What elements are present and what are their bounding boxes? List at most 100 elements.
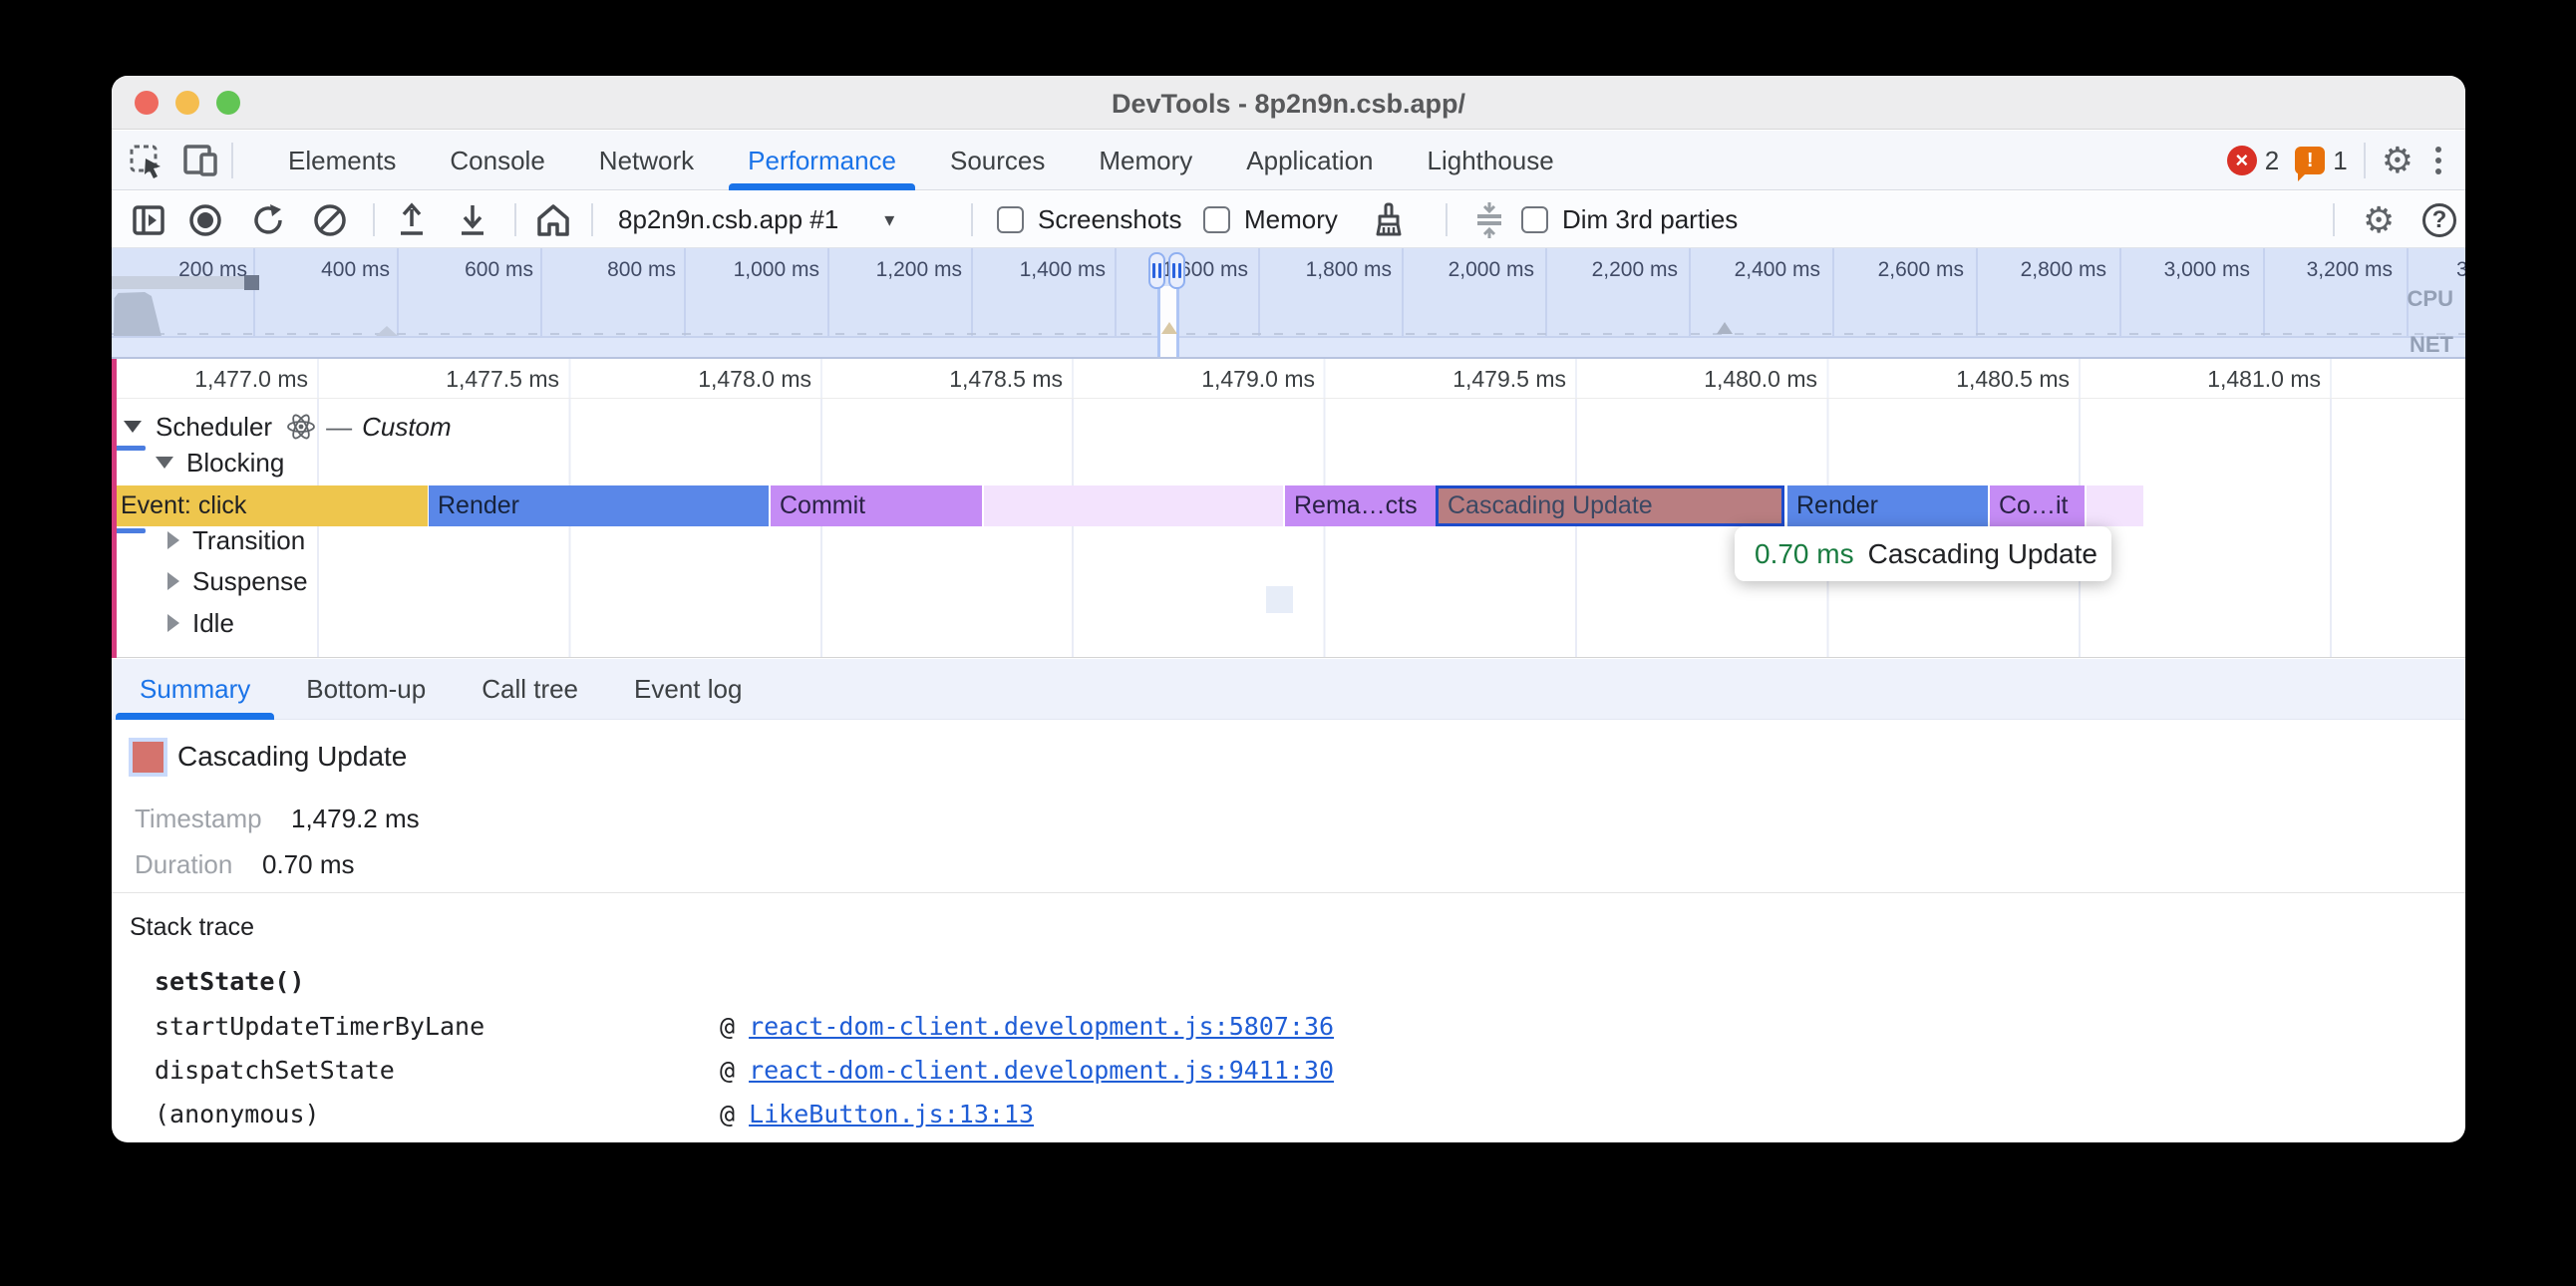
tab-network[interactable]: Network — [572, 131, 721, 190]
reload-icon[interactable] — [251, 191, 287, 248]
scrubber-handle-left[interactable] — [1148, 252, 1165, 289]
flame-bar-render[interactable]: Render — [429, 485, 769, 526]
tab-console[interactable]: Console — [423, 131, 571, 190]
duration-value: 0.70 ms — [262, 849, 355, 880]
device-toolbar-icon[interactable] — [183, 145, 219, 178]
error-icon: × — [2227, 146, 2257, 175]
flame-bar-remaining-effects[interactable]: Rema…cts — [1285, 485, 1436, 526]
record-icon[interactable] — [187, 191, 223, 248]
overview-tick: 2,800 ms — [1997, 256, 2106, 284]
tab-lighthouse[interactable]: Lighthouse — [1401, 131, 1581, 190]
target-select-value: 8p2n9n.csb.app #1 — [618, 204, 838, 235]
sidebar-toggle-icon[interactable] — [132, 191, 165, 248]
lane-label: Idle — [192, 603, 234, 643]
memory-checkbox[interactable]: Memory — [1203, 191, 1338, 248]
divider — [373, 203, 375, 236]
home-icon[interactable] — [534, 191, 572, 248]
garbage-collect-icon[interactable] — [1370, 191, 1408, 248]
clear-icon[interactable] — [312, 191, 348, 248]
flame-bar-minor[interactable] — [984, 485, 1283, 526]
flame-bar-commit[interactable]: Commit — [771, 485, 982, 526]
gear-icon[interactable]: ⚙ — [2363, 191, 2395, 248]
screenshots-checkbox[interactable]: Screenshots — [997, 191, 1182, 248]
source-link[interactable]: react-dom-client.development.js:9411:30 — [749, 1056, 1334, 1085]
at-symbol: @ — [720, 1100, 735, 1128]
tab-elements[interactable]: Elements — [261, 131, 423, 190]
hover-highlight-square — [1266, 586, 1293, 613]
scrubber-handle-right[interactable] — [1168, 252, 1185, 289]
track-header-scheduler[interactable]: Scheduler — Custom — [124, 407, 452, 447]
divider — [231, 143, 233, 178]
overview-tick: 800 ms — [566, 256, 676, 284]
scrubber-window[interactable] — [1157, 286, 1179, 359]
help-icon[interactable]: ? — [2422, 191, 2456, 248]
lane-transition[interactable]: Transition — [167, 520, 305, 560]
flame-tooltip: 0.70 ms Cascading Update — [1735, 526, 2111, 581]
duration-label: Duration — [135, 849, 232, 880]
tab-memory[interactable]: Memory — [1072, 131, 1219, 190]
source-link[interactable]: react-dom-client.development.js:5807:36 — [749, 1012, 1334, 1041]
gear-icon[interactable]: ⚙ — [2382, 143, 2414, 178]
checkbox-icon — [1521, 206, 1548, 233]
inspect-icon[interactable] — [130, 145, 163, 178]
lane-suspense[interactable]: Suspense — [167, 561, 308, 601]
stack-frame: (anonymous)@LikeButton.js:13:13 — [155, 1097, 1034, 1132]
overview-activity-line — [112, 333, 2465, 335]
at-symbol: @ — [720, 1012, 735, 1041]
dim-3rd-parties-checkbox[interactable]: Dim 3rd parties — [1521, 191, 1738, 248]
tab-summary[interactable]: Summary — [112, 659, 278, 720]
scheduler-track[interactable]: Scheduler — Custom Blocking Event: click… — [112, 399, 2465, 658]
divider — [1446, 203, 1448, 236]
timeline-overview[interactable]: 200 ms 400 ms 600 ms 800 ms 1,000 ms 1,2… — [112, 248, 2465, 359]
overview-tick: 600 ms — [424, 256, 533, 284]
overview-tick: 1,200 ms — [852, 256, 962, 284]
checkbox-icon — [997, 206, 1024, 233]
source-link[interactable]: LikeButton.js:13:13 — [749, 1100, 1034, 1128]
flame-bar-minor[interactable] — [2087, 485, 2143, 526]
overview-tick: 200 ms — [138, 256, 247, 284]
summary-event-title: Cascading Update — [177, 738, 407, 776]
upload-icon[interactable] — [395, 191, 429, 248]
collapse-icon[interactable] — [1469, 191, 1509, 248]
warning-count: 1 — [2333, 146, 2347, 176]
divider — [971, 203, 973, 236]
error-badge[interactable]: × 2 — [2227, 146, 2279, 176]
tab-sources[interactable]: Sources — [923, 131, 1072, 190]
scrubber-marker-icon — [1161, 314, 1177, 334]
divider — [591, 203, 593, 236]
collapsed-triangle-icon — [167, 614, 179, 632]
download-icon[interactable] — [456, 191, 489, 248]
tab-event-log[interactable]: Event log — [606, 659, 770, 720]
lane-label: Blocking — [186, 443, 284, 482]
frame-function: startUpdateTimerByLane — [155, 1009, 720, 1045]
flame-bar-commit[interactable]: Co…it — [1990, 485, 2085, 526]
target-select[interactable]: 8p2n9n.csb.app #1 ▾ — [618, 191, 894, 248]
frame-function: setState() — [155, 964, 720, 1000]
warning-badge[interactable]: ! 1 — [2295, 146, 2347, 176]
lane-label: Suspense — [192, 561, 308, 601]
track-focus-indicator — [114, 446, 146, 451]
flame-bar-render[interactable]: Render — [1787, 485, 1988, 526]
expand-triangle-icon — [156, 457, 173, 469]
tab-bottom-up[interactable]: Bottom-up — [278, 659, 454, 720]
lane-blocking[interactable]: Blocking — [156, 443, 284, 482]
overview-net-band — [112, 336, 2465, 359]
ruler-tick: 1,480.5 ms — [1900, 365, 2070, 393]
tab-call-tree[interactable]: Call tree — [454, 659, 606, 720]
net-row-label: NET — [2410, 332, 2453, 358]
collapsed-triangle-icon — [167, 572, 179, 590]
lane-idle[interactable]: Idle — [167, 603, 234, 643]
detail-ruler[interactable]: 1,477.0 ms 1,477.5 ms 1,478.0 ms 1,478.5… — [112, 359, 2465, 399]
chevron-down-icon: ▾ — [884, 207, 894, 232]
panel-tabs: Elements Console Network Performance Sou… — [261, 131, 1581, 190]
window-title: DevTools - 8p2n9n.csb.app/ — [112, 76, 2465, 130]
tab-performance[interactable]: Performance — [721, 131, 923, 190]
performance-toolbar: 8p2n9n.csb.app #1 ▾ Screenshots Memory — [112, 191, 2465, 248]
expand-triangle-icon — [124, 421, 142, 433]
timestamp-label: Timestamp — [135, 804, 262, 834]
flame-bar-cascading-update-selected[interactable]: Cascading Update — [1436, 485, 1784, 526]
kebab-menu-icon[interactable] — [2429, 147, 2447, 174]
overview-tick: 1,000 ms — [710, 256, 819, 284]
lane-label: Transition — [192, 520, 305, 560]
tab-application[interactable]: Application — [1219, 131, 1400, 190]
